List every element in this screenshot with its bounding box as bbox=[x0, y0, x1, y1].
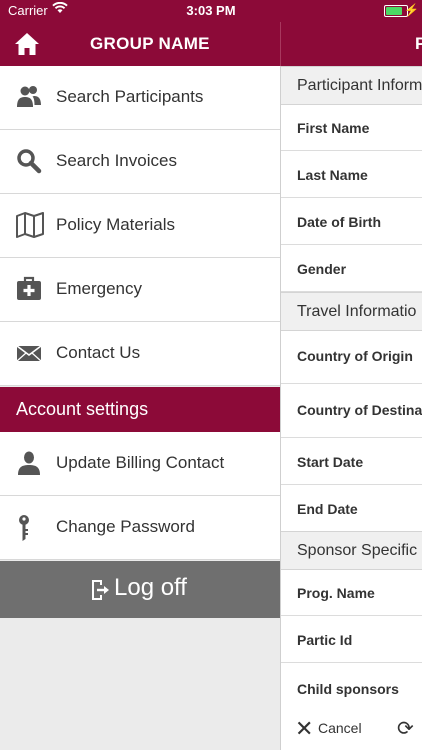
group-name-title: GROUP NAME bbox=[90, 34, 210, 53]
field-prog-name[interactable]: Prog. Name bbox=[281, 569, 422, 616]
menu-item-change-password[interactable]: Change Password bbox=[0, 496, 280, 560]
envelope-icon bbox=[16, 340, 42, 366]
search-icon bbox=[16, 148, 42, 174]
field-label: Partic Id bbox=[297, 632, 353, 648]
refresh-icon[interactable]: ⟳ bbox=[397, 716, 414, 741]
menu-item-search-participants[interactable]: Search Participants bbox=[0, 66, 280, 130]
section-travel-info: Travel Informatio bbox=[281, 292, 422, 331]
section-title: Participant Inform bbox=[297, 77, 422, 94]
logoff-label: Log off bbox=[114, 574, 187, 601]
key-icon bbox=[16, 514, 42, 541]
close-icon[interactable]: ✕ bbox=[295, 716, 313, 742]
field-label: Gender bbox=[297, 261, 347, 277]
menu-item-emergency[interactable]: Emergency bbox=[0, 258, 280, 322]
menu-item-contact-us[interactable]: Contact Us bbox=[0, 322, 280, 386]
field-label: Start Date bbox=[297, 454, 364, 470]
app-header: GROUP NAME P bbox=[0, 22, 422, 66]
field-date-of-birth[interactable]: Date of Birth bbox=[281, 198, 422, 245]
field-partic-id[interactable]: Partic Id bbox=[281, 616, 422, 663]
home-icon[interactable] bbox=[14, 31, 40, 57]
clock: 3:03 PM bbox=[186, 3, 236, 18]
section-title: Travel Informatio bbox=[297, 303, 417, 320]
field-country-of-destination[interactable]: Country of Destina bbox=[281, 384, 422, 438]
form-footer: ✕ Cancel ⟳ bbox=[281, 706, 422, 750]
menu-item-label: Update Billing Contact bbox=[56, 453, 225, 472]
account-settings-header: Account settings bbox=[0, 387, 280, 432]
participant-form-pane: Participant Inform First Name Last Name … bbox=[280, 66, 422, 750]
section-sponsor-specific: Sponsor Specific bbox=[281, 531, 422, 570]
field-label: Country of Origin bbox=[297, 348, 413, 364]
menu-item-label: Change Password bbox=[56, 517, 195, 536]
field-child-sponsors[interactable]: Child sponsors bbox=[281, 663, 422, 709]
field-label: Prog. Name bbox=[297, 585, 375, 601]
header-divider bbox=[280, 22, 281, 66]
person-icon bbox=[16, 450, 42, 476]
charging-icon: ⚡ bbox=[404, 3, 419, 17]
field-label: Last Name bbox=[297, 167, 368, 183]
field-label: Child sponsors bbox=[297, 681, 399, 697]
menu-item-policy-materials[interactable]: Policy Materials bbox=[0, 194, 280, 258]
map-icon bbox=[16, 212, 44, 238]
field-label: First Name bbox=[297, 120, 370, 136]
cancel-button[interactable]: Cancel bbox=[318, 720, 362, 736]
right-pane-title: P bbox=[415, 34, 422, 53]
first-aid-kit-icon bbox=[16, 276, 42, 302]
people-icon bbox=[16, 84, 42, 110]
field-label: Date of Birth bbox=[297, 214, 381, 230]
status-bar: Carrier 3:03 PM ⚡ bbox=[0, 0, 422, 22]
field-label: End Date bbox=[297, 501, 358, 517]
menu-item-label: Search Participants bbox=[56, 87, 204, 106]
field-label: Country of Destina bbox=[297, 402, 422, 418]
menu-item-label: Policy Materials bbox=[56, 215, 176, 234]
section-title: Sponsor Specific bbox=[297, 542, 418, 559]
section-title: Account settings bbox=[16, 399, 149, 419]
menu-item-label: Search Invoices bbox=[56, 151, 177, 170]
logoff-button[interactable]: Log off bbox=[0, 561, 280, 618]
field-country-of-origin[interactable]: Country of Origin bbox=[281, 330, 422, 384]
side-menu: Search Participants Search Invoices Poli… bbox=[0, 66, 280, 750]
field-last-name[interactable]: Last Name bbox=[281, 151, 422, 198]
field-start-date[interactable]: Start Date bbox=[281, 438, 422, 485]
menu-item-update-billing-contact[interactable]: Update Billing Contact bbox=[0, 432, 280, 496]
field-first-name[interactable]: First Name bbox=[281, 104, 422, 151]
logout-icon bbox=[90, 579, 110, 601]
menu-item-label: Contact Us bbox=[56, 343, 141, 362]
menu-item-search-invoices[interactable]: Search Invoices bbox=[0, 130, 280, 194]
field-end-date[interactable]: End Date bbox=[281, 485, 422, 532]
menu-item-label: Emergency bbox=[56, 279, 142, 298]
section-participant-info: Participant Inform bbox=[281, 66, 422, 105]
field-gender[interactable]: Gender bbox=[281, 245, 422, 292]
